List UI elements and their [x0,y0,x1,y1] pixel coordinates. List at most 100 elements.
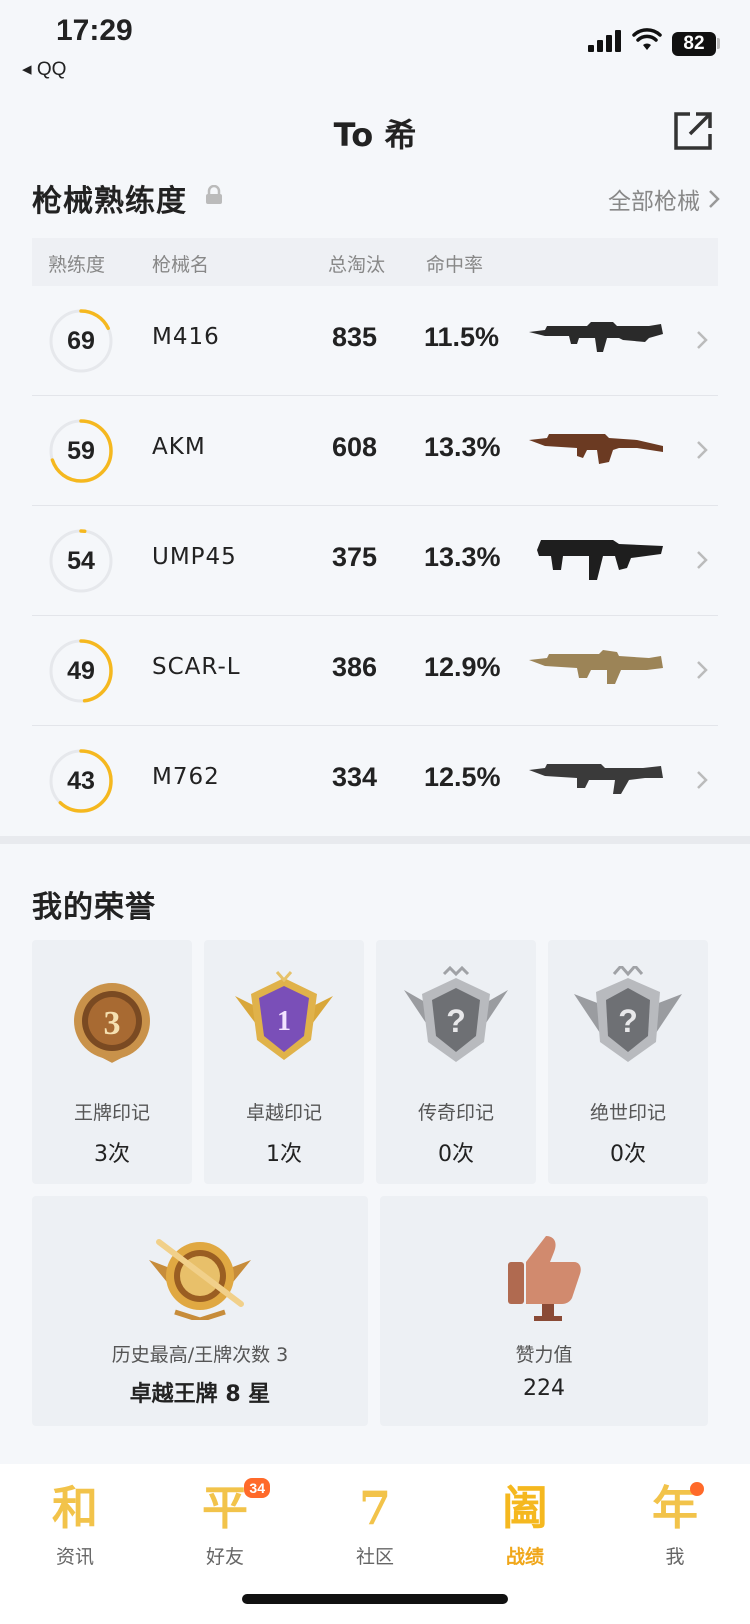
all-weapons-link[interactable]: 全部枪械 [608,182,720,216]
honor-card-peerless[interactable]: ? 绝世印记 0次 [548,940,708,1184]
records-tab-icon: 阖 [502,1481,548,1535]
peerless-medal-locked-icon: ? [574,966,682,1062]
tab-label: 战绩 [505,1546,544,1568]
tab-label: 我 [665,1546,685,1568]
status-bar: 17:29 ◂ QQ 82 [0,0,750,90]
weapon-hit-rate: 13.3% [424,432,501,462]
back-to-app-link[interactable]: ◂ QQ [22,58,66,81]
svg-text:1: 1 [277,1006,291,1037]
honor-card-likes[interactable]: 赞力值 224 [380,1196,708,1426]
share-icon[interactable] [672,110,714,152]
news-tab-icon: 和 [52,1481,98,1535]
mastery-level: 43 [67,767,95,795]
honor-count: 0次 [438,1142,474,1167]
tab-me[interactable]: 年 我 [620,1480,730,1569]
weapon-row[interactable]: 54 UMP45 375 13.3% [32,506,718,616]
page-title: To 希 [333,116,417,154]
battery-indicator: 82 [672,32,716,56]
mastery-level: 49 [67,657,95,685]
svg-text:?: ? [446,1003,466,1039]
gun-silhouette [529,434,663,464]
weapon-kills: 608 [332,432,378,462]
weapon-row[interactable]: 43 M762 334 12.5% [32,726,718,836]
weapon-hit-rate: 12.9% [424,652,501,682]
weapon-hit-rate: 13.3% [424,542,501,572]
tab-label: 资讯 [55,1546,94,1568]
rifle-icon [529,650,663,684]
clock: 17:29 [56,14,133,47]
tab-news[interactable]: 和 资讯 [20,1480,130,1569]
chevron-right-icon [697,551,708,569]
rifle-icon [529,434,663,464]
honor-card-excellent[interactable]: 1 卓越印记 1次 [204,940,364,1184]
weapon-kills: 334 [332,762,378,792]
tab-community[interactable]: 7 社区 [320,1480,430,1569]
weapon-table-header: 熟练度 枪械名 总淘汰 命中率 [32,238,718,286]
home-indicator[interactable] [242,1594,508,1604]
tab-records[interactable]: 阖 战绩 [470,1480,580,1569]
honor-card-ace[interactable]: 3 王牌印记 3次 [32,940,192,1184]
chevron-right-icon [697,441,708,459]
honor-count: 3次 [94,1142,130,1167]
friends-tab-icon: 平 34 [202,1478,270,1536]
mastery-level: 59 [67,437,95,465]
gun-silhouette [529,764,663,794]
unread-badge: 34 [244,1478,270,1498]
weapon-mastery-title: 枪械熟练度 [32,184,187,219]
col-mastery: 熟练度 [48,254,106,276]
honor-label: 卓越印记 [245,1102,322,1124]
tab-friends[interactable]: 平 34 好友 [170,1478,280,1569]
cellular-signal-icon [588,30,621,52]
weapon-row[interactable]: 59 AKM 608 13.3% [32,396,718,506]
mastery-level: 54 [67,547,95,575]
weapon-kills: 375 [332,542,378,572]
tab-label: 好友 [205,1546,244,1568]
weapon-kills: 386 [332,652,378,682]
svg-text:?: ? [618,1003,638,1039]
lock-icon[interactable] [205,185,223,205]
weapon-hit-rate: 11.5% [424,322,500,352]
notification-dot [690,1482,704,1496]
ace-medal-icon: 3 [74,983,150,1063]
weapon-list: 69 M416 835 11.5% 59 AKM 608 13.3% 54 UM… [32,286,718,836]
me-tab-icon: 年 [652,1480,704,1536]
section-divider [0,836,750,844]
community-tab-icon: 7 [358,1481,391,1535]
weapon-row[interactable]: 69 M416 835 11.5% [32,286,718,396]
weapon-kills: 835 [332,322,378,352]
honor-count: 1次 [266,1142,302,1167]
gun-silhouette [529,650,663,684]
chevron-right-icon [697,331,708,349]
honor-label: 绝世印记 [589,1102,666,1124]
likes-value: 224 [523,1376,565,1401]
rank-badge-icon [149,1239,251,1320]
honor-card-legend[interactable]: ? 传奇印记 0次 [376,940,536,1184]
excellent-medal-icon: 1 [235,971,333,1060]
mastery-level: 69 [67,327,95,355]
honor-label: 传奇印记 [417,1102,494,1124]
honor-card-highest-rank[interactable]: 历史最高/王牌次数 3 卓越王牌 8 星 [32,1196,368,1426]
thumbs-up-icon [508,1236,581,1321]
weapon-hit-rate: 12.5% [424,762,501,792]
rifle-icon [529,322,663,352]
tab-label: 社区 [355,1546,394,1568]
chevron-right-icon [697,661,708,679]
smg-icon [537,540,663,580]
highest-rank-value: 卓越王牌 8 星 [129,1382,271,1407]
friends-tab-glyph: 平 [202,1481,248,1535]
weapon-name: M762 [152,764,220,790]
weapon-name: UMP45 [152,544,237,570]
chevron-right-icon [697,771,708,789]
honor-count: 0次 [610,1142,646,1167]
honors-title: 我的荣誉 [32,890,156,925]
weapon-name: SCAR-L [152,654,241,680]
col-hit-rate: 命中率 [426,254,484,276]
battery-tip [717,38,720,49]
weapon-row[interactable]: 49 SCAR-L 386 12.9% [32,616,718,726]
col-weapon-name: 枪械名 [152,254,210,276]
highest-rank-label: 历史最高/王牌次数 3 [111,1344,289,1366]
svg-text:3: 3 [104,1005,121,1042]
all-weapons-label: 全部枪械 [608,189,700,215]
col-total-kills: 总淘汰 [328,254,386,276]
legend-medal-locked-icon: ? [404,966,508,1062]
